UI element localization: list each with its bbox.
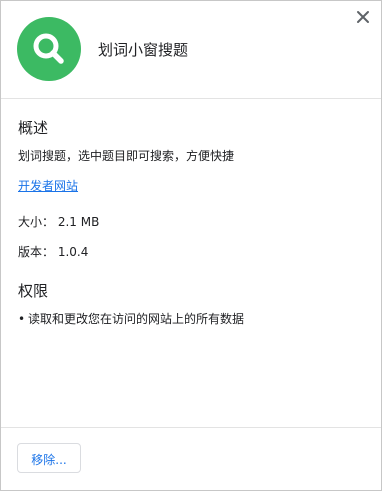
dialog-header: 划词小窗搜题	[1, 1, 381, 99]
permission-item: • 读取和更改您在访问的网站上的所有数据	[18, 310, 244, 327]
extension-description: 划词搜题，选中题目即可搜索，方便快捷	[18, 149, 235, 163]
version-info: 版本： 1.0.4	[18, 245, 89, 259]
permission-text: 读取和更改您在访问的网站上的所有数据	[28, 312, 245, 326]
app-icon	[17, 17, 81, 81]
dialog-footer: 移除...	[1, 427, 381, 490]
bullet-icon: •	[18, 312, 26, 326]
permissions-heading: 权限	[18, 282, 49, 300]
remove-button[interactable]: 移除...	[17, 443, 81, 473]
overview-heading: 概述	[18, 119, 49, 137]
search-icon	[33, 33, 64, 64]
app-title: 划词小窗搜题	[98, 41, 189, 59]
size-info: 大小： 2.1 MB	[18, 215, 100, 229]
developer-website-link[interactable]: 开发者网站	[18, 177, 78, 194]
extension-details-dialog: 划词小窗搜题 概述 划词搜题，选中题目即可搜索，方便快捷 开发者网站 大小： 2…	[0, 0, 382, 491]
